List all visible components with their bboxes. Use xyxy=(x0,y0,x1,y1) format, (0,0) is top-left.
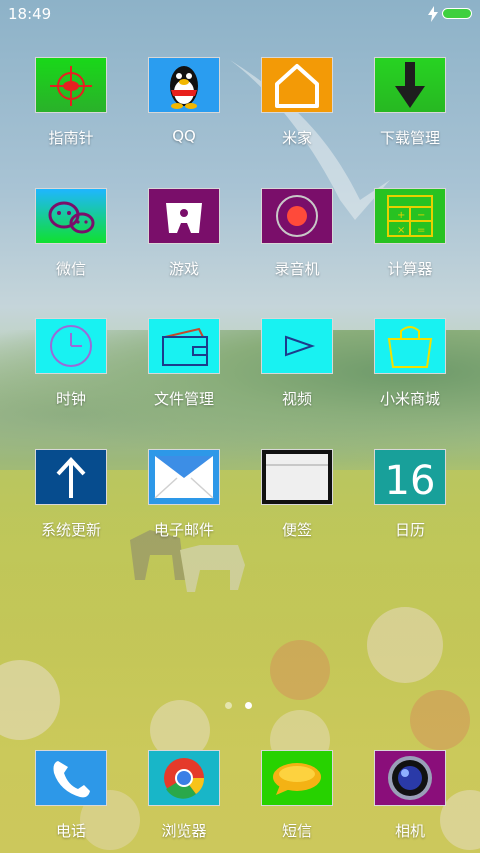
svg-text:=: = xyxy=(417,225,425,236)
app-mijia[interactable]: 米家 xyxy=(242,57,352,148)
play-icon xyxy=(261,318,333,374)
envelope-icon xyxy=(148,449,220,505)
app-download-manager[interactable]: 下载管理 xyxy=(355,57,465,148)
gamepad-icon xyxy=(148,188,220,244)
app-label: 日历 xyxy=(394,521,425,539)
browser-icon xyxy=(148,750,220,806)
calendar-day-number: 16 xyxy=(385,458,436,504)
update-arrow-icon xyxy=(35,449,107,505)
app-label: 便签 xyxy=(281,521,312,539)
app-label: 短信 xyxy=(281,822,312,840)
app-label: 游戏 xyxy=(168,260,199,278)
app-qq[interactable]: QQ xyxy=(129,57,239,145)
dock-camera[interactable]: 相机 xyxy=(355,750,465,841)
wallet-icon xyxy=(148,318,220,374)
app-notes[interactable]: 便签 xyxy=(242,449,352,540)
shopping-bag-icon xyxy=(374,318,446,374)
app-compass[interactable]: 指南针 xyxy=(16,57,126,148)
app-label: 相机 xyxy=(394,822,425,840)
svg-text:×: × xyxy=(397,225,405,236)
app-label: 浏览器 xyxy=(161,822,207,840)
svg-text:+: + xyxy=(397,210,405,221)
app-label: 时钟 xyxy=(55,390,86,408)
battery-icon xyxy=(442,8,472,19)
app-calculator[interactable]: + − × = 计算器 xyxy=(355,188,465,279)
qq-penguin-icon xyxy=(148,57,220,113)
compass-icon xyxy=(35,57,107,113)
app-recorder[interactable]: 录音机 xyxy=(242,188,352,279)
app-label: 视频 xyxy=(281,390,312,408)
app-label: 系统更新 xyxy=(40,521,101,539)
app-label: 录音机 xyxy=(274,260,320,278)
app-label: 计算器 xyxy=(387,260,433,278)
download-arrow-icon xyxy=(374,57,446,113)
dock-phone[interactable]: 电话 xyxy=(16,750,126,841)
app-wechat[interactable]: 微信 xyxy=(16,188,126,279)
app-label: 米家 xyxy=(281,129,312,147)
phone-icon xyxy=(35,750,107,806)
app-games[interactable]: 游戏 xyxy=(129,188,239,279)
app-system-update[interactable]: 系统更新 xyxy=(16,449,126,540)
wechat-icon xyxy=(35,188,107,244)
app-label: 下载管理 xyxy=(379,129,440,147)
app-label: 电话 xyxy=(55,822,86,840)
note-icon xyxy=(261,449,333,505)
clock-icon xyxy=(35,318,107,374)
app-file-manager[interactable]: 文件管理 xyxy=(129,318,239,409)
app-video[interactable]: 视频 xyxy=(242,318,352,409)
app-calendar[interactable]: 16 日历 xyxy=(355,449,465,540)
app-label: 文件管理 xyxy=(153,390,214,408)
home-screen: 18:49 指南针 QQ 米家 下载管理 微信 游戏 录音机 + − × = 计… xyxy=(0,0,480,853)
page-dot[interactable] xyxy=(225,702,232,709)
app-mi-store[interactable]: 小米商城 xyxy=(355,318,465,409)
home-icon xyxy=(261,57,333,113)
app-label: 小米商城 xyxy=(379,390,440,408)
charging-icon xyxy=(428,6,438,22)
app-clock[interactable]: 时钟 xyxy=(16,318,126,409)
calendar-icon: 16 xyxy=(374,449,446,505)
app-label: 电子邮件 xyxy=(153,521,214,539)
app-email[interactable]: 电子邮件 xyxy=(129,449,239,540)
status-time: 18:49 xyxy=(8,5,52,23)
dock-messages[interactable]: 短信 xyxy=(242,750,352,841)
dock-browser[interactable]: 浏览器 xyxy=(129,750,239,841)
status-bar: 18:49 xyxy=(0,0,480,28)
app-label: 微信 xyxy=(55,260,86,278)
camera-icon xyxy=(374,750,446,806)
record-icon xyxy=(261,188,333,244)
app-label: QQ xyxy=(172,127,196,145)
message-icon xyxy=(261,750,333,806)
svg-text:−: − xyxy=(417,210,425,221)
app-label: 指南针 xyxy=(48,129,94,147)
page-indicator[interactable] xyxy=(225,702,257,710)
calculator-icon: + − × = xyxy=(374,188,446,244)
page-dot-active[interactable] xyxy=(245,702,252,709)
